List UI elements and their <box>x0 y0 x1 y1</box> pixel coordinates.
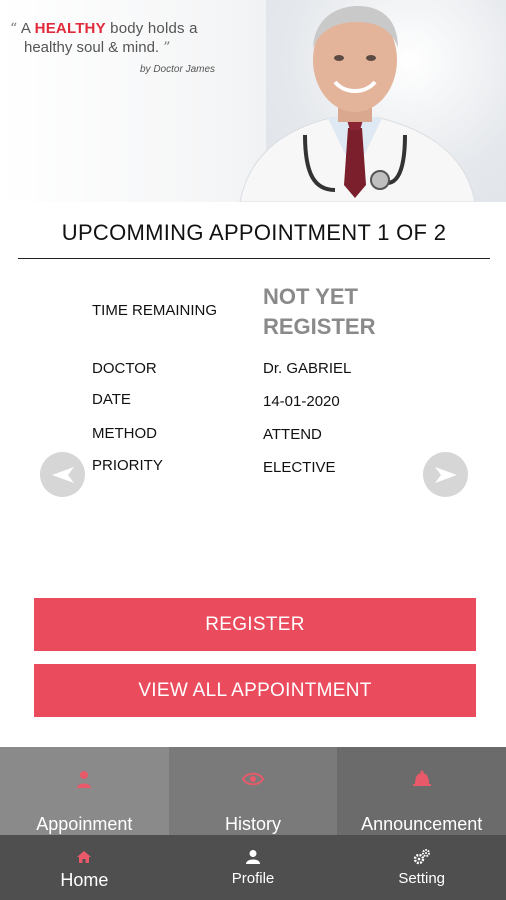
bottom-navigation: Home Profile Setting <box>0 835 506 900</box>
quote-line-2-text: healthy soul & mind. <box>24 39 160 56</box>
priority-label: PRIORITY <box>92 457 163 474</box>
close-quote: ” <box>163 40 171 56</box>
register-button[interactable]: REGISTER <box>34 598 476 651</box>
header-banner: “ A HEALTHY body holds a healthy soul & … <box>0 0 506 202</box>
nav-home[interactable]: Home <box>0 835 169 900</box>
arrow-right-icon <box>434 466 457 483</box>
tab-appoinment[interactable]: Appoinment <box>0 747 169 835</box>
status-line-1: NOT YET <box>263 284 358 309</box>
doctor-value: Dr. GABRIEL <box>263 360 352 377</box>
doctor-illustration <box>239 6 476 202</box>
quote-prefix: A <box>20 20 31 37</box>
tab-history-label: History <box>224 814 281 834</box>
priority-value: ELECTIVE <box>263 459 336 476</box>
appointment-heading: UPCOMMING APPOINTMENT 1 OF 2 <box>61 220 447 245</box>
quote-block: “ A HEALTHY body holds a healthy soul & … <box>10 20 230 75</box>
date-label: DATE <box>92 391 131 408</box>
home-icon <box>77 851 92 863</box>
tab-appoinment-label: Appoinment <box>36 814 133 834</box>
doctor-label: DOCTOR <box>92 360 157 377</box>
method-value: ATTEND <box>263 426 322 443</box>
nav-home-label: Home <box>60 870 109 890</box>
tab-announcement-label: Announcement <box>361 814 483 834</box>
view-all-appointment-button[interactable]: VIEW ALL APPOINTMENT <box>34 664 476 717</box>
quote-line-2: healthy soul & mind. ” <box>24 39 230 56</box>
open-quote: “ <box>10 21 18 37</box>
quote-line-1: “ A HEALTHY body holds a <box>10 20 230 37</box>
person-icon <box>77 771 92 788</box>
quote-rest: body holds a <box>110 20 198 37</box>
section-tabs: Appoinment History Announcement <box>0 747 506 835</box>
time-remaining-label: TIME REMAINING <box>92 302 218 319</box>
bell-icon <box>412 770 431 786</box>
eye-icon <box>242 772 264 786</box>
quote-highlight: HEALTHY <box>34 20 106 37</box>
nav-setting[interactable]: Setting <box>337 835 506 900</box>
user-icon <box>246 850 260 864</box>
quote-attribution: by Doctor James <box>140 64 216 75</box>
next-appointment-button[interactable] <box>423 452 468 497</box>
heading-divider <box>18 258 490 259</box>
status-line-2: REGISTER <box>263 314 376 339</box>
method-label: METHOD <box>92 425 157 442</box>
nav-profile[interactable]: Profile <box>169 835 338 900</box>
previous-appointment-button[interactable] <box>40 452 85 497</box>
arrow-left-icon <box>51 466 74 483</box>
gear-icon <box>413 849 430 865</box>
nav-profile-label: Profile <box>231 870 275 887</box>
date-value: 14-01-2020 <box>263 393 340 410</box>
nav-setting-label: Setting <box>398 870 446 887</box>
tab-announcement[interactable]: Announcement <box>337 747 506 835</box>
tab-history[interactable]: History <box>168 747 338 835</box>
registration-status: NOT YET REGISTER <box>263 282 423 342</box>
